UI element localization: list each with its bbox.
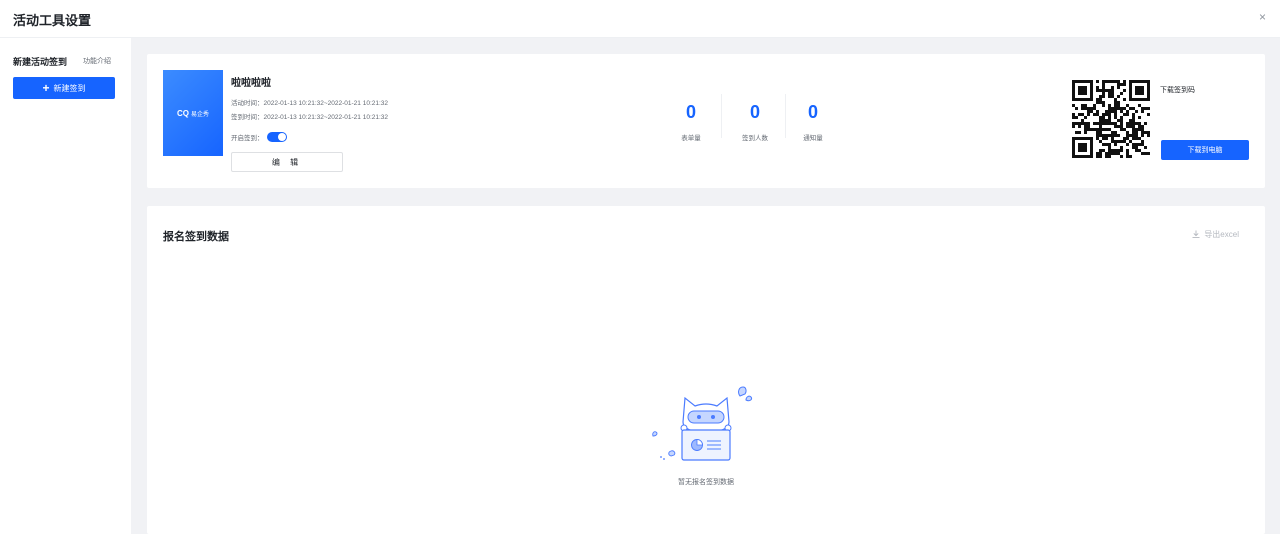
- stat-signin-count: 0 签到人数: [725, 102, 785, 142]
- page-title: 活动工具设置: [13, 13, 92, 28]
- stat-value: 0: [685, 102, 696, 122]
- download-signin-code-label: 下载签到码: [1160, 87, 1195, 94]
- plus-icon: +: [42, 81, 50, 95]
- new-signin-button[interactable]: + 新建签到: [13, 77, 115, 99]
- feature-intro-link[interactable]: 功能介绍: [83, 56, 111, 66]
- stat-label: 表单量: [681, 135, 701, 142]
- close-button[interactable]: ×: [1259, 10, 1266, 24]
- signin-toggle-row: 开启签到：: [231, 132, 287, 142]
- export-excel-label: 导出excel: [1204, 230, 1239, 239]
- stat-label: 通知量: [803, 135, 823, 142]
- download-icon: [1192, 230, 1200, 240]
- export-excel-button[interactable]: 导出excel: [1192, 229, 1239, 240]
- divider: [721, 94, 722, 138]
- empty-illustration: [647, 384, 767, 472]
- edit-button[interactable]: 编 辑: [231, 152, 343, 172]
- signin-qr-code: [1072, 80, 1150, 158]
- signin-time: 签到时间：2022-01-13 10:21:32~2022-01-21 10:2…: [231, 114, 389, 121]
- brand-logo-icon: CQ: [176, 108, 189, 118]
- activity-time: 活动时间：2022-01-13 10:21:32~2022-01-21 10:2…: [231, 100, 389, 107]
- stat-form-count: 0 表单量: [661, 102, 721, 142]
- page-header: 活动工具设置 ×: [0, 0, 1280, 38]
- activity-title: 啦啦啦啦: [231, 78, 271, 89]
- signup-data-card: 报名签到数据 导出excel 暂无报名签到数据: [147, 206, 1265, 534]
- sidebar: 新建活动签到 功能介绍 + 新建签到: [0, 38, 131, 534]
- download-to-computer-button[interactable]: 下载到电脑: [1161, 140, 1249, 160]
- activity-cover: CQ 易企秀: [163, 70, 223, 156]
- sidebar-title: 新建活动签到: [13, 57, 68, 67]
- stat-notify-count: 0 通知量: [783, 102, 843, 142]
- activity-card: CQ 易企秀 啦啦啦啦 活动时间：2022-01-13 10:21:32~202…: [147, 54, 1265, 188]
- stat-value: 0: [749, 102, 760, 122]
- section-title: 报名签到数据: [163, 231, 229, 243]
- stat-value: 0: [807, 102, 818, 122]
- signin-toggle-label: 开启签到：: [231, 135, 264, 142]
- new-signin-label: 新建签到: [53, 83, 86, 93]
- cover-brand-text: 易企秀: [190, 111, 209, 118]
- empty-state-text: 暂无报名签到数据: [678, 479, 734, 486]
- stat-label: 签到人数: [742, 135, 768, 142]
- signin-toggle[interactable]: [266, 132, 287, 142]
